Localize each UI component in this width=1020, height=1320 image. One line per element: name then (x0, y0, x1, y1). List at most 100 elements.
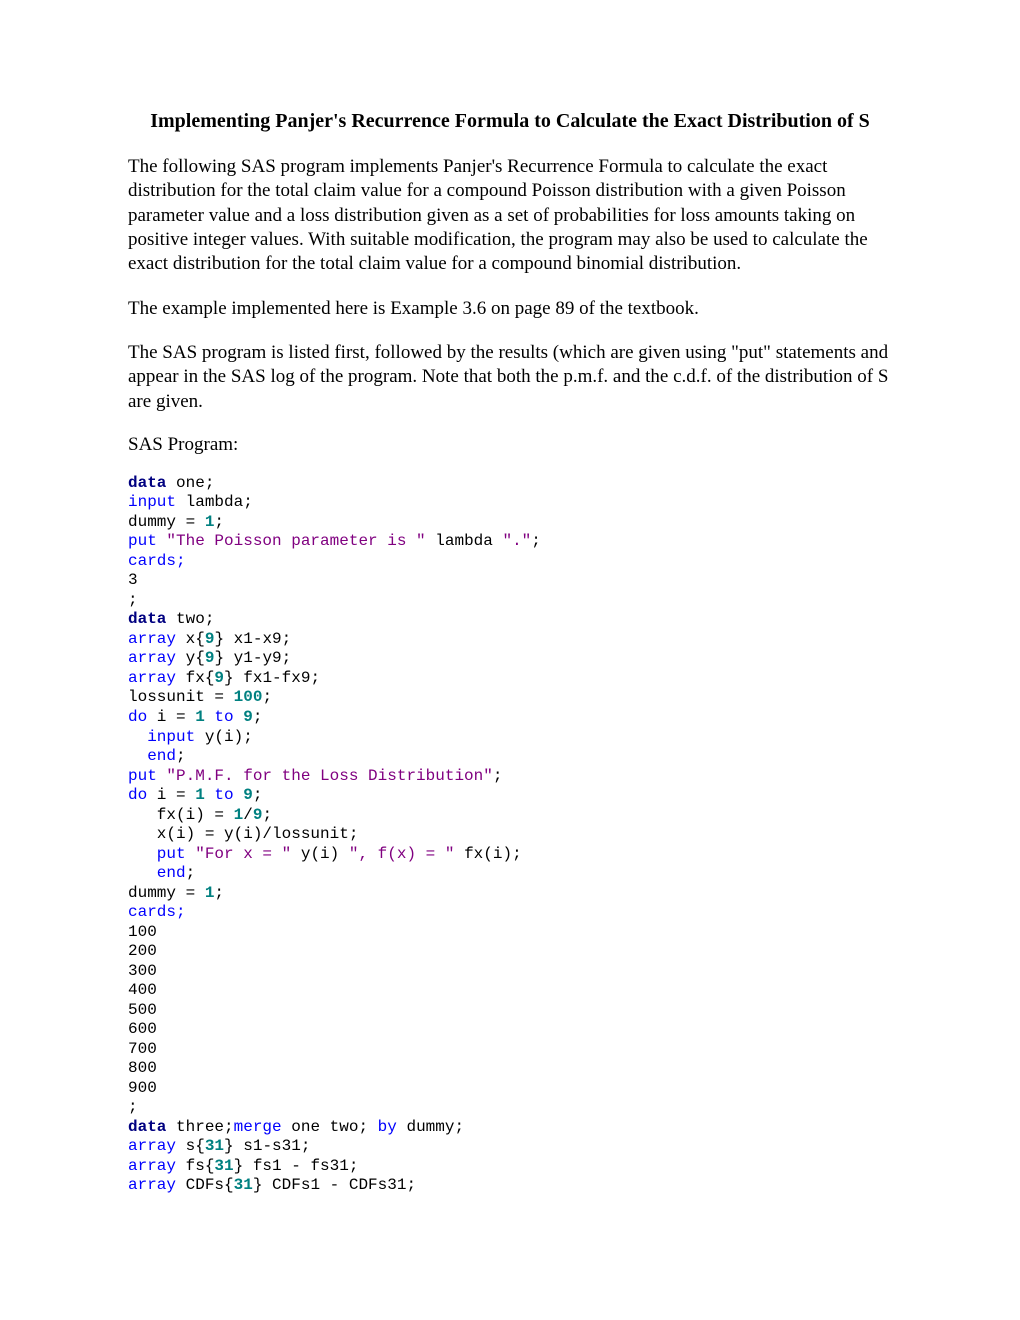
code-token: dummy = (128, 513, 205, 531)
sas-code-block: data one; input lambda; dummy = 1; put "… (128, 474, 892, 1196)
document-page: Implementing Panjer's Recurrence Formula… (0, 0, 1020, 1256)
code-token: ; (214, 884, 224, 902)
code-token: dummy; (397, 1118, 464, 1136)
code-token: ; (214, 513, 224, 531)
paragraph-3: The SAS program is listed first, followe… (128, 341, 892, 414)
code-token: ; (531, 532, 541, 550)
code-token: fs{ (176, 1157, 214, 1175)
code-token: ; (176, 747, 186, 765)
code-token: i = (147, 786, 195, 804)
code-token: s{ (176, 1137, 205, 1155)
code-token: y(i) (291, 845, 349, 863)
code-token: } CDFs1 - CDFs31; (253, 1176, 416, 1194)
code-token: 200 (128, 942, 157, 960)
code-token: fx{ (176, 669, 214, 687)
code-token: } x1-x9; (214, 630, 291, 648)
code-token: i = (147, 708, 195, 726)
code-token: ; (493, 767, 503, 785)
code-token: "P.M.F. for the Loss Distribution" (166, 767, 492, 785)
code-token: x(i) = y(i)/lossunit; (128, 825, 358, 843)
code-token: 600 (128, 1020, 157, 1038)
code-token: ; (186, 864, 196, 882)
code-token: array (128, 1157, 176, 1175)
code-token: 300 (128, 962, 157, 980)
code-token: y{ (176, 649, 205, 667)
code-token: ; (128, 591, 138, 609)
code-token: / (243, 806, 253, 824)
code-token: CDFs{ (176, 1176, 234, 1194)
code-token: 9 (205, 630, 215, 648)
code-token: two; (166, 610, 214, 628)
code-token: 9 (243, 786, 253, 804)
code-token: lossunit = (128, 688, 234, 706)
code-token: merge (234, 1118, 282, 1136)
code-token: by (378, 1118, 397, 1136)
code-token: array (128, 1176, 176, 1194)
code-token: 800 (128, 1059, 157, 1077)
code-token: fx(i) = (128, 806, 234, 824)
code-token: ; (262, 806, 272, 824)
code-token: do (128, 786, 147, 804)
code-token: array (128, 630, 176, 648)
paragraph-1: The following SAS program implements Pan… (128, 155, 892, 277)
code-token: x{ (176, 630, 205, 648)
code-token: 700 (128, 1040, 157, 1058)
code-token: lambda; (176, 493, 253, 511)
code-token: } fs1 - fs31; (234, 1157, 359, 1175)
code-token: ", f(x) = " (349, 845, 455, 863)
code-token: lambda (426, 532, 503, 550)
code-token: 1 (195, 786, 205, 804)
code-token: 9 (253, 806, 263, 824)
code-token: put (128, 767, 166, 785)
code-token: 100 (128, 923, 157, 941)
code-token: to (205, 708, 243, 726)
code-token: one; (166, 474, 214, 492)
code-token: data (128, 474, 166, 492)
sas-program-label: SAS Program: (128, 434, 892, 456)
code-token: one two; (282, 1118, 378, 1136)
code-token: ; (253, 786, 263, 804)
code-token: array (128, 649, 176, 667)
code-token: } s1-s31; (224, 1137, 310, 1155)
code-token: array (128, 669, 176, 687)
code-token: 1 (205, 513, 215, 531)
code-token: 1 (195, 708, 205, 726)
code-token: end (128, 747, 176, 765)
code-token: put (128, 845, 195, 863)
code-token: "." (502, 532, 531, 550)
code-token: 900 (128, 1079, 157, 1097)
code-token: cards; (128, 552, 186, 570)
code-token: cards; (128, 903, 186, 921)
code-token: } y1-y9; (214, 649, 291, 667)
code-token: fx(i); (454, 845, 521, 863)
code-token: y(i); (195, 728, 253, 746)
code-token: dummy = (128, 884, 205, 902)
code-token: 1 (234, 806, 244, 824)
code-token: data (128, 610, 166, 628)
code-token: 9 (205, 649, 215, 667)
code-token: to (205, 786, 243, 804)
code-token: 9 (243, 708, 253, 726)
code-token: 100 (234, 688, 263, 706)
code-token: input (128, 493, 176, 511)
code-token: do (128, 708, 147, 726)
code-token: 31 (214, 1157, 233, 1175)
code-token: three; (166, 1118, 233, 1136)
code-token: input (128, 728, 195, 746)
code-token: 1 (205, 884, 215, 902)
page-title: Implementing Panjer's Recurrence Formula… (128, 110, 892, 133)
code-token: ; (253, 708, 263, 726)
code-token: 500 (128, 1001, 157, 1019)
code-token: put (128, 532, 166, 550)
code-token: 31 (234, 1176, 253, 1194)
code-token: ; (262, 688, 272, 706)
code-token: array (128, 1137, 176, 1155)
code-token: end (128, 864, 186, 882)
code-token: ; (128, 1098, 138, 1116)
code-token: 400 (128, 981, 157, 999)
paragraph-2: The example implemented here is Example … (128, 297, 892, 321)
code-token: 3 (128, 571, 138, 589)
code-token: 9 (214, 669, 224, 687)
code-token: "The Poisson parameter is " (166, 532, 425, 550)
code-token: data (128, 1118, 166, 1136)
